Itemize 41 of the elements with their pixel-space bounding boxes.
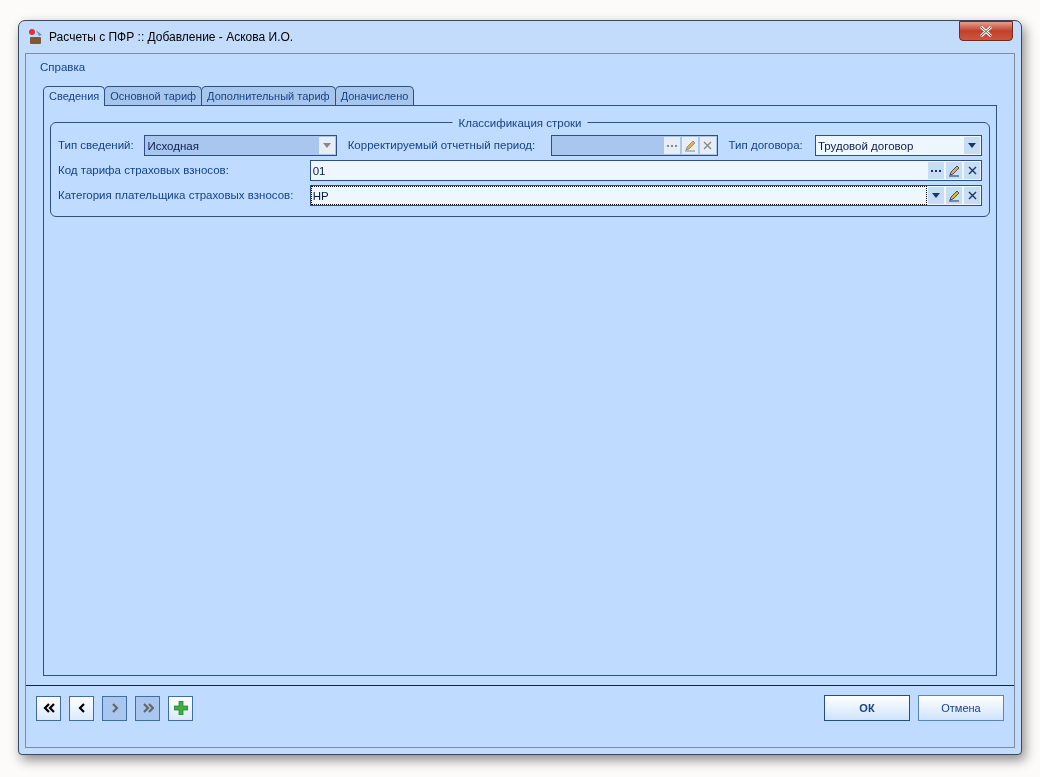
menu-item[interactable]: Справка	[40, 59, 86, 71]
field-label: Тип сведений:	[58, 137, 135, 153]
field-label: Тип договора:	[728, 137, 804, 153]
field-button[interactable]	[928, 187, 944, 204]
tab[interactable]: Доначислено	[334, 85, 415, 105]
pencil-icon	[948, 164, 960, 177]
plus-icon	[173, 701, 188, 715]
dropdown-field[interactable]: Трудовой договор	[814, 135, 982, 156]
dropdown-icon	[932, 193, 940, 198]
nav-button[interactable]	[69, 695, 94, 721]
dropdown-icon	[968, 143, 976, 148]
pencil-icon	[683, 139, 696, 152]
pencil-icon	[948, 189, 960, 202]
ellipsis-icon	[666, 144, 677, 147]
clear-icon	[967, 191, 977, 200]
lookup-field[interactable]: 01	[309, 160, 982, 181]
tab[interactable]: Дополнительный тариф	[201, 85, 336, 105]
tab[interactable]: Основной тариф	[104, 85, 203, 105]
field-button[interactable]	[964, 137, 980, 154]
field-button[interactable]	[946, 187, 962, 204]
window-title: Расчеты с ПФР :: Добавление - Аскова И.О.	[49, 29, 295, 46]
field-button[interactable]	[964, 187, 980, 204]
field-button[interactable]	[946, 162, 962, 179]
field-label: Категория плательщика страховых взносов:	[58, 187, 295, 203]
dialog-button[interactable]: Отмена	[918, 695, 1004, 721]
clear-icon	[703, 141, 713, 150]
ellipsis-icon	[931, 169, 941, 172]
close-button[interactable]	[959, 21, 1013, 41]
last-page-icon	[141, 702, 154, 714]
nav-button[interactable]	[36, 695, 61, 721]
dropdown-icon	[322, 143, 331, 148]
field-label: Корректируемый отчетный период:	[347, 137, 537, 153]
clear-icon	[967, 166, 977, 175]
close-icon	[979, 25, 993, 37]
field-button[interactable]	[964, 162, 980, 179]
field-label: Код тарифа страховых взносов:	[58, 162, 230, 178]
first-page-icon	[42, 702, 55, 714]
tab[interactable]: Сведения	[43, 85, 106, 106]
field-button[interactable]	[928, 162, 944, 179]
dialog-button[interactable]: ОК	[824, 695, 910, 721]
lookup-field[interactable]: НР	[309, 185, 982, 206]
